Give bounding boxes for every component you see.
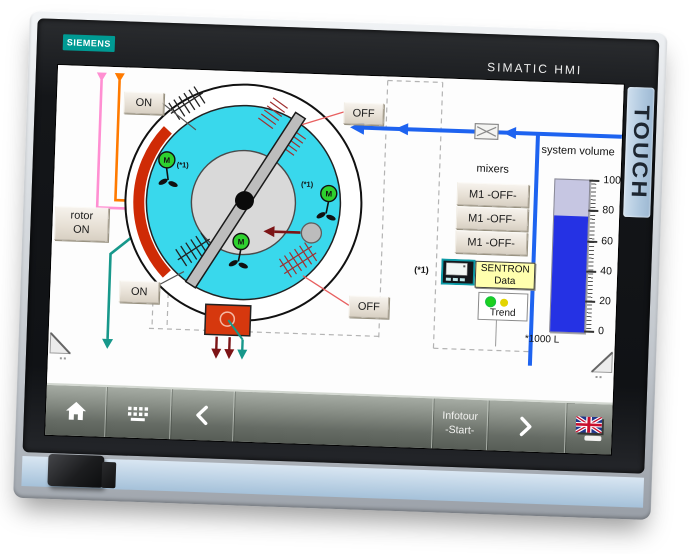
tick-label-80: 80 [602,204,622,217]
major-tick [588,210,598,212]
yellow-led-icon [500,299,508,307]
svg-text:(*1): (*1) [177,160,190,169]
trend-button[interactable]: Trend [477,292,528,322]
language-switch-button[interactable] [563,403,612,455]
product-line-label: SIMATIC HMI [487,60,583,77]
sentron-button-line2: Data [494,275,516,287]
tick-label-40: 40 [600,265,620,278]
mixer-m1-button-2[interactable]: M1 -OFF- [456,206,529,231]
tick-label-0: 0 [598,325,618,338]
process-mimic-canvas: M (*1) M (*1) [47,65,624,403]
tick-label-20: 20 [599,295,619,308]
major-tick [586,271,596,273]
major-tick [587,241,597,243]
volume-fill [550,216,588,333]
next-page-button[interactable] [486,400,565,453]
sentron-data-button[interactable]: SENTRON Data [475,261,536,290]
volume-bar [549,178,590,333]
svg-text:M: M [163,156,170,165]
previous-page-button[interactable] [169,389,234,441]
rotor-on-button[interactable]: rotor ON [54,206,109,242]
infotour-label-line2: -Start- [442,424,478,439]
product-photo-stage: SIEMENS SIMATIC HMI [0,0,700,554]
chevron-right-icon [518,415,535,438]
page-fold-icon-left[interactable] [50,333,71,360]
front-bezel: SIEMENS SIMATIC HMI [23,18,660,473]
mixer-m1-button-1[interactable]: M1 -OFF- [456,182,529,207]
svg-text:M: M [238,237,245,246]
system-volume-title: system volume [541,144,615,159]
infotour-label-line1: Infotour [442,410,478,425]
trend-button-label: Trend [479,307,527,320]
rotor-button-line1: rotor [70,210,93,225]
green-led-icon [485,296,496,307]
major-tick [585,301,595,303]
touch-badge: TOUCH [623,87,655,218]
valve-icon [475,124,499,140]
tick-label-60: 60 [601,235,621,248]
home-icon [64,400,87,421]
screen-overview-button[interactable] [105,387,171,439]
usb-cover-flap[interactable] [47,454,104,488]
heater-on-top-button[interactable]: ON [123,91,164,114]
major-tick [589,180,599,182]
page-fold-icon-right[interactable] [592,352,613,379]
touch-screen: M (*1) M (*1) [45,65,624,455]
infotour-start-button[interactable]: Infotour -Start- [431,398,488,450]
tank-outlet [204,304,251,360]
heater-off-top-button[interactable]: OFF [343,102,384,125]
rotor-button-line2: ON [73,224,90,238]
svg-text:M: M [325,189,332,198]
keyboard-icon [126,404,151,422]
sentron-button-line1: SENTRON [481,263,530,276]
home-button[interactable] [45,385,106,437]
process-diagram: M (*1) M (*1) [47,65,624,403]
hmi-panel-device: SIEMENS SIMATIC HMI [13,10,668,520]
volume-unit-label: *1000 L [525,333,560,345]
major-tick [584,331,594,333]
chevron-left-icon [193,404,210,427]
siemens-logo: SIEMENS [63,34,116,52]
mixer-m1-button-3[interactable]: M1 -OFF- [455,230,528,255]
tick-label-100: 100 [603,174,623,187]
language-bar [585,436,602,442]
sentron-annotation: (*1) [414,265,429,276]
toolbar-spacer [232,391,432,448]
svg-text:(*1): (*1) [301,180,314,189]
uk-flag-icon [575,416,602,433]
touch-badge-label: TOUCH [625,105,653,200]
heater-off-bottom-button[interactable]: OFF [348,295,389,318]
trend-connector-line [496,318,497,346]
heater-on-bottom-button[interactable]: ON [119,280,160,303]
